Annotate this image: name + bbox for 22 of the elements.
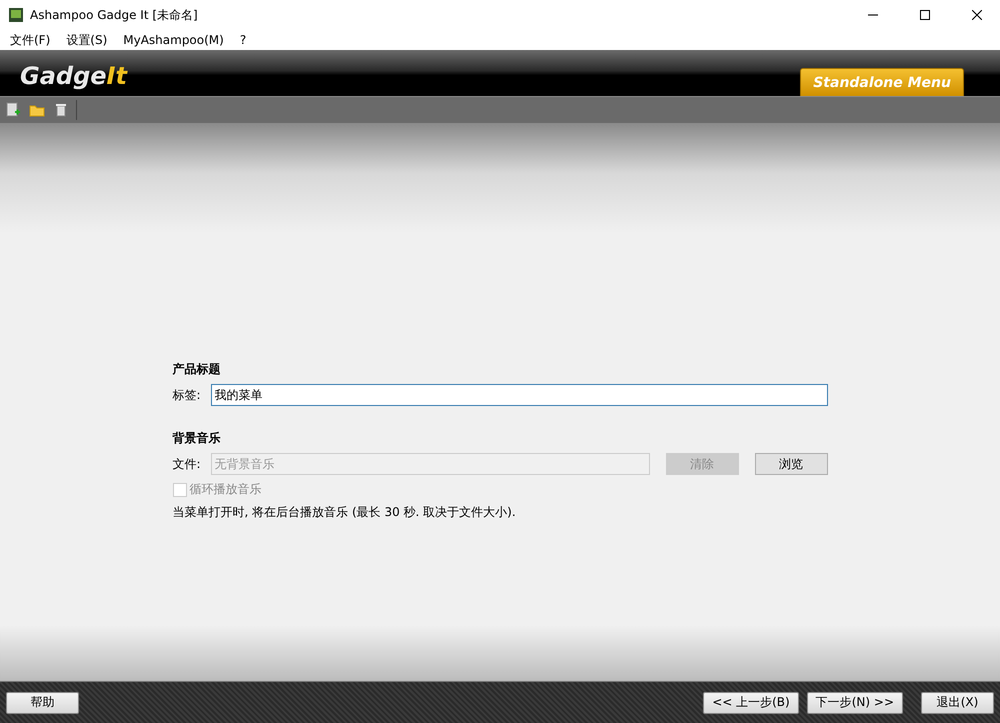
field-label: 标签:	[172, 386, 202, 404]
close-icon	[972, 10, 982, 20]
menu-item[interactable]: MyAshampoo(M)	[117, 33, 230, 47]
new-file-icon[interactable]	[4, 101, 22, 119]
section-heading: 产品标题	[172, 361, 222, 378]
exit-button[interactable]: 退出(X)	[921, 692, 994, 714]
back-button[interactable]: << 上一步(B)	[703, 692, 799, 714]
checkbox-label: 循环播放音乐	[190, 481, 262, 498]
music-note: 当菜单打开时, 将在后台播放音乐 (最长 30 秒. 取决于文件大小).	[172, 504, 517, 521]
next-button[interactable]: 下一步(N) >>	[806, 692, 903, 714]
menu-item[interactable]: 设置(S)	[60, 32, 114, 48]
section-heading: 背景音乐	[172, 430, 222, 447]
window-title: Ashampoo Gadge It [未命名]	[30, 6, 199, 24]
app-icon	[8, 7, 24, 23]
app-logo: GadgeIt	[20, 62, 127, 92]
menu-item[interactable]: ?	[234, 33, 252, 47]
menu-item[interactable]: 文件(F)	[4, 32, 56, 48]
maximize-icon	[920, 10, 930, 20]
field-label: 文件:	[172, 456, 202, 472]
help-button[interactable]: 帮助	[6, 692, 79, 714]
browse-button[interactable]: 浏览	[754, 453, 828, 475]
label-input-field[interactable]: 我的菜单	[210, 384, 828, 406]
